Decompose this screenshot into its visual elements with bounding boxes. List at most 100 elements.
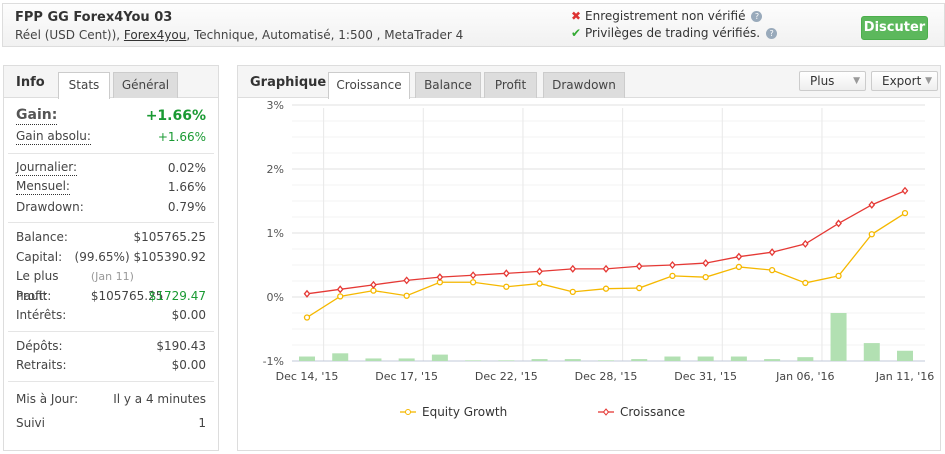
data-point [901,210,909,217]
help-icon[interactable]: ? [766,28,778,39]
data-point [403,276,411,285]
x-tick-label: Dec 22, '15 [475,370,538,383]
data-point [536,267,543,276]
deposits-value: $190.43 [156,338,206,353]
updated-value: Il y a 4 minutes [113,391,206,406]
data-point [336,285,344,294]
tab-profit[interactable]: Profit [484,72,537,98]
bar [498,360,515,361]
data-point [868,231,875,238]
bar [598,360,614,361]
bar [730,356,747,361]
data-point [868,200,876,209]
data-point [735,263,743,271]
bar [365,358,382,361]
y-tick-label: 0% [267,291,284,304]
data-point [702,274,709,281]
chart-tabs: Graphique Croissance Balance Profit Draw… [238,66,940,99]
data-point [669,260,676,270]
equity-percent: (99.65%) [74,249,130,264]
series-line [306,190,906,295]
daily-label[interactable]: Journalier: [16,159,77,176]
data-point [436,273,444,282]
monthly-label[interactable]: Mensuel: [16,178,70,195]
tab-stats[interactable]: Stats [58,72,110,99]
account-header: FPP GG Forex4You 03 Réel (USD Cent)), Fo… [2,3,945,47]
profit-label: Profit: [16,288,52,303]
interest-value: $0.00 [171,308,206,322]
profit-value: $1729.47 [148,288,206,303]
withdrawals-value: $0.00 [171,358,206,372]
data-point [370,280,377,289]
x-tick-label: Dec 17, '15 [375,370,438,383]
y-tick-label: -1% [263,355,284,368]
more-dropdown[interactable]: Plus ▼ [799,71,866,91]
registration-text: Enregistrement non vérifié [585,9,746,23]
bar [897,350,913,361]
gain-label[interactable]: Gain: [16,106,58,125]
data-point [835,272,842,280]
absolute-gain-label[interactable]: Gain absolu: [16,128,91,145]
account-title: FPP GG Forex4You 03 [15,10,173,25]
updated-label: Mis à Jour: [16,391,79,406]
data-point [801,239,809,248]
data-point [469,271,477,280]
gain-value: +1.66% [145,108,206,124]
account-details: , Technique, Automatisé, 1:500 , MetaTra… [186,28,464,42]
bar [797,357,814,361]
account-type: Réel (USD Cent)), [15,28,124,42]
data-point [502,269,510,278]
export-label: Export [882,74,922,88]
followers-value: 1 [198,415,206,430]
data-point [802,279,809,287]
bar [697,356,714,361]
deposits-label: Dépôts: [16,338,63,353]
x-tick-label: Dec 31, '15 [674,370,737,383]
tab-general[interactable]: Général [113,72,178,98]
data-point [469,279,477,286]
monthly-value: 1.66% [167,180,206,194]
data-point [337,293,344,300]
highest-date: (Jan 11) [90,270,134,283]
check-icon: ✔ [571,26,582,40]
broker-link[interactable]: Forex4you [124,28,186,42]
registration-status: ✖ Enregistrement non vérifié? [571,9,763,23]
equity-label: Capital: [16,249,63,264]
chart-heading: Graphique [250,75,327,90]
absolute-gain-value: +1.66% [157,130,206,144]
chart-panel: Graphique Croissance Balance Profit Draw… [237,65,941,451]
chevron-down-icon: ▼ [925,76,932,86]
highest-label: Le plus haut: [16,269,59,303]
tab-balance[interactable]: Balance [415,72,481,98]
trading-text: Privilèges de trading vérifiés. [585,26,761,40]
balance-value: $105765.25 [133,230,206,244]
data-point [602,264,610,273]
tab-growth[interactable]: Croissance [328,72,410,99]
bar [431,354,448,361]
stats-panel: Info Stats Général Gain: +1.66% Gain abso… [3,65,219,451]
trading-status: ✔ Privilèges de trading vérifiés.? [571,26,778,40]
help-icon[interactable]: ? [751,11,763,22]
data-point [768,248,776,257]
data-point [735,252,743,261]
legend-label: Croissance [620,405,685,419]
followers-label: Suivi [16,415,45,430]
export-dropdown[interactable]: Export ▼ [871,71,938,91]
account-subtitle: Réel (USD Cent)), Forex4you, Technique, … [15,28,463,42]
x-tick-label: Jan 06, '16 [775,370,834,383]
data-point [636,284,643,292]
more-label: Plus [810,74,835,88]
info-heading: Info [16,75,45,90]
daily-value: 0.02% [167,160,206,175]
chevron-down-icon: ▼ [853,76,860,86]
legend-marker [602,408,610,416]
y-tick-label: 3% [267,99,284,112]
tab-drawdown[interactable]: Drawdown [543,72,625,98]
bar [764,359,781,361]
equity-value: $105390.92 [133,249,206,264]
stats-tabs: Info Stats Général [4,66,218,99]
data-point [635,262,643,271]
bar [863,343,880,361]
x-tick-label: Jan 11, '16 [875,370,934,383]
discuss-button[interactable]: Discuter [861,16,928,40]
